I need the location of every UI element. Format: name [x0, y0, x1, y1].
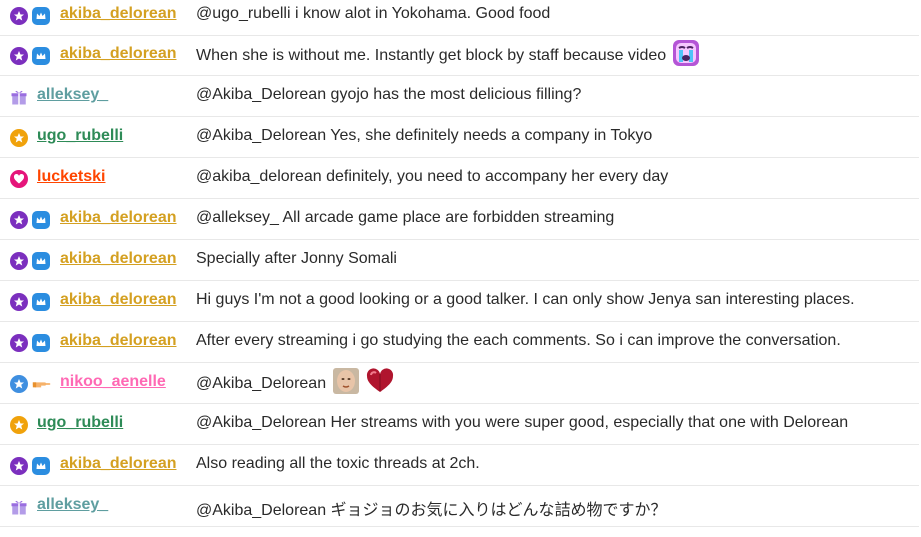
chat-message: akiba_delorean After every streaming i g… — [0, 323, 919, 363]
chat-message: akiba_delorean Hi guys I'm not a good lo… — [0, 282, 919, 322]
star-badge-icon[interactable] — [10, 7, 28, 25]
chat-message: akiba_delorean @alleksey_ All arcade gam… — [0, 200, 919, 240]
chat-message: akiba_delorean Also reading all the toxi… — [0, 446, 919, 486]
username-link[interactable]: akiba_delorean — [60, 5, 177, 23]
message-text: Also reading all the toxic threads at 2c… — [196, 455, 480, 472]
star-badge-icon[interactable] — [10, 252, 28, 270]
username-link[interactable]: ugo_rubelli — [37, 414, 123, 432]
message-text: @Akiba_Delorean ギョジョのお気に入りはどんな詰め物ですか？ — [196, 502, 667, 519]
star-badge-icon[interactable] — [10, 457, 28, 475]
chat-message: nikoo_aenelle @Akiba_Delorean — [0, 364, 919, 404]
chat-message: akiba_delorean Specially after Jonny Som… — [0, 241, 919, 281]
crown-badge-icon[interactable] — [32, 211, 50, 229]
star-badge-icon[interactable] — [10, 334, 28, 352]
message-text: Specially after Jonny Somali — [196, 250, 397, 267]
username-link[interactable]: akiba_delorean — [60, 332, 177, 350]
gift-badge-icon[interactable] — [10, 88, 28, 106]
chat-message: ugo_rubelli @Akiba_Delorean Her streams … — [0, 405, 919, 445]
message-text: @Akiba_Delorean Her streams with you wer… — [196, 414, 849, 431]
message-text: @Akiba_Delorean — [196, 368, 394, 395]
username-link[interactable]: nikoo_aenelle — [60, 373, 166, 391]
gift-badge-icon[interactable] — [10, 498, 28, 516]
heart-emote-icon — [367, 368, 394, 392]
heart-badge-icon[interactable] — [10, 170, 28, 188]
message-text: When she is without me. Instantly get bl… — [196, 40, 700, 67]
crown-badge-icon[interactable] — [32, 457, 50, 475]
star-badge-icon[interactable] — [10, 211, 28, 229]
chat-log: akiba_delorean @ugo_rubelli i know alot … — [0, 0, 919, 537]
username-link[interactable]: akiba_delorean — [60, 291, 177, 309]
crown-badge-icon[interactable] — [32, 47, 50, 65]
pointing-hand-icon[interactable] — [32, 375, 52, 393]
username-link[interactable]: akiba_delorean — [60, 209, 177, 227]
chat-message: alleksey_ @Akiba_Delorean ギョジョのお気に入りはどんな… — [0, 487, 919, 527]
username-link[interactable]: alleksey_ — [37, 496, 108, 514]
chat-message: akiba_delorean @ugo_rubelli i know alot … — [0, 0, 919, 36]
crying-emote-icon — [673, 40, 700, 66]
message-text: @ugo_rubelli i know alot in Yokohama. Go… — [196, 5, 551, 22]
star-badge-icon[interactable] — [10, 416, 28, 434]
crown-badge-icon[interactable] — [32, 7, 50, 25]
star-badge-icon[interactable] — [10, 375, 28, 393]
chat-message: alleksey_ @Akiba_Delorean gyojo has the … — [0, 77, 919, 117]
username-link[interactable]: lucketski — [37, 168, 105, 186]
username-link[interactable]: akiba_delorean — [60, 45, 177, 63]
username-link[interactable]: alleksey_ — [37, 86, 108, 104]
crown-badge-icon[interactable] — [32, 334, 50, 352]
message-text: @Akiba_Delorean gyojo has the most delic… — [196, 86, 582, 103]
crown-badge-icon[interactable] — [32, 252, 50, 270]
username-link[interactable]: akiba_delorean — [60, 455, 177, 473]
star-badge-icon[interactable] — [10, 293, 28, 311]
star-badge-icon[interactable] — [10, 47, 28, 65]
chat-message: lucketski @akiba_delorean definitely, yo… — [0, 159, 919, 199]
message-text: @alleksey_ All arcade game place are for… — [196, 209, 615, 226]
star-badge-icon[interactable] — [10, 129, 28, 147]
message-text: @Akiba_Delorean Yes, she definitely need… — [196, 127, 653, 144]
face-emote-icon — [333, 368, 360, 394]
chat-message: akiba_delorean When she is without me. I… — [0, 36, 919, 76]
username-link[interactable]: akiba_delorean — [60, 250, 177, 268]
crown-badge-icon[interactable] — [32, 293, 50, 311]
message-text: @akiba_delorean definitely, you need to … — [196, 168, 669, 185]
message-text: After every streaming i go studying the … — [196, 332, 841, 349]
username-link[interactable]: ugo_rubelli — [37, 127, 123, 145]
message-text: Hi guys I'm not a good looking or a good… — [196, 291, 855, 308]
chat-message: ugo_rubelli @Akiba_Delorean Yes, she def… — [0, 118, 919, 158]
